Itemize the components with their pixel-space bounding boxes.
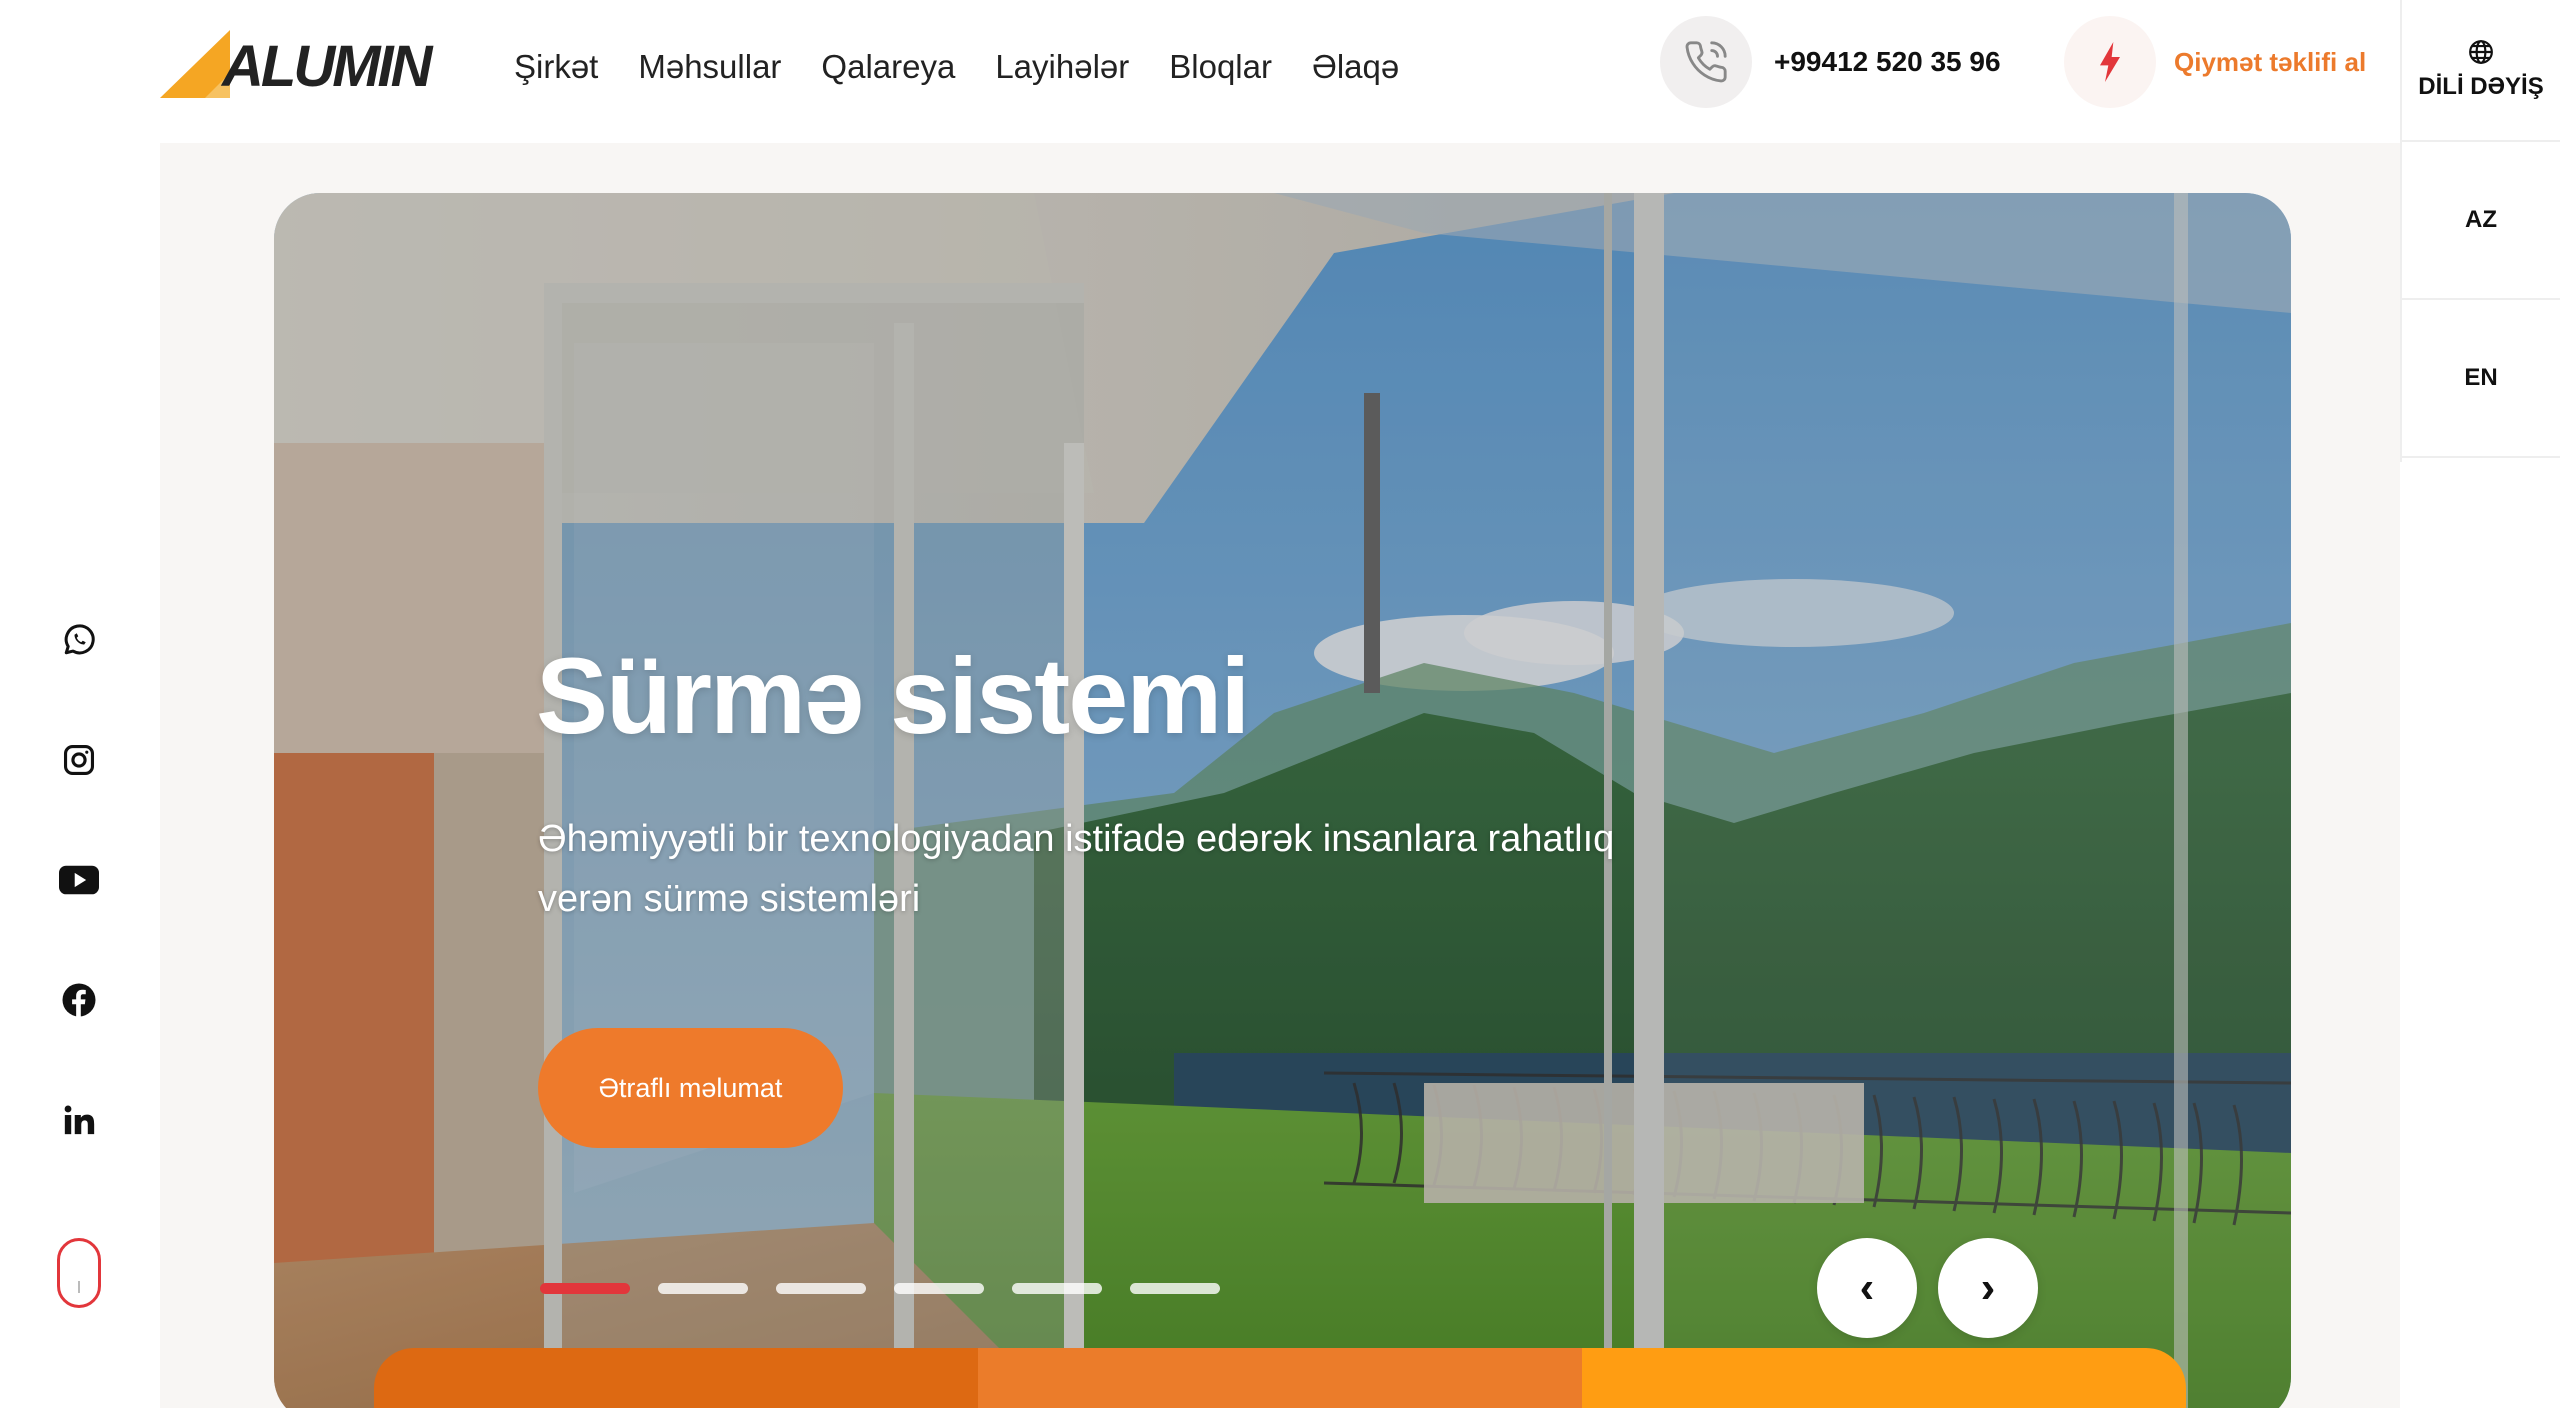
youtube-icon[interactable] — [48, 850, 110, 910]
nav-item-company[interactable]: Şirkət — [514, 48, 598, 86]
nav-item-blogs[interactable]: Bloqlar — [1169, 48, 1272, 86]
feature-tab[interactable] — [1582, 1348, 2186, 1408]
nav-item-projects[interactable]: Layihələr — [995, 48, 1129, 86]
slider-dot[interactable] — [540, 1283, 630, 1294]
get-quote-label[interactable]: Qiymət təklifi al — [2174, 47, 2366, 78]
nav-item-products[interactable]: Məhsullar — [638, 48, 781, 86]
globe-icon — [2469, 40, 2493, 64]
scroll-indicator[interactable] — [57, 1238, 101, 1308]
hero-overlay — [274, 193, 2291, 1408]
hero-title: Sürmə sistemi — [536, 635, 1250, 756]
slider-next-button[interactable]: › — [1938, 1238, 2038, 1338]
lightning-icon — [2064, 16, 2156, 108]
slider-dot[interactable] — [776, 1283, 866, 1294]
language-switch[interactable]: DİLİ DƏYİŞ — [2402, 0, 2560, 142]
language-panel: DİLİ DƏYİŞ AZ EN — [2400, 0, 2560, 462]
phone-contact[interactable]: +99412 520 35 96 — [1660, 16, 2001, 108]
feature-tab[interactable] — [978, 1348, 1582, 1408]
get-quote-link[interactable]: Qiymət təklifi al — [2064, 16, 2366, 108]
language-switch-label: DİLİ DƏYİŞ — [2418, 73, 2544, 100]
more-info-button[interactable]: Ətraflı məlumat — [538, 1028, 843, 1148]
hero-slider: Sürmə sistemi Əhəmiyyətli bir texnologiy… — [274, 193, 2291, 1408]
facebook-icon[interactable] — [48, 970, 110, 1030]
slider-dot[interactable] — [894, 1283, 984, 1294]
main-navigation: Şirkət Məhsullar Qalareya Layihələr Bloq… — [514, 0, 1399, 134]
phone-number[interactable]: +99412 520 35 96 — [1774, 46, 2001, 78]
linkedin-icon[interactable] — [48, 1090, 110, 1150]
site-header: ALUMIN Şirkət Məhsullar Qalareya Layihəl… — [0, 0, 2400, 143]
feature-tabs-bar — [374, 1348, 2186, 1408]
language-option-az[interactable]: AZ — [2402, 142, 2560, 300]
slider-dot[interactable] — [658, 1283, 748, 1294]
phone-icon — [1660, 16, 1752, 108]
nav-item-contact[interactable]: Əlaqə — [1312, 48, 1399, 86]
slider-prev-button[interactable]: ‹ — [1817, 1238, 1917, 1338]
slider-pagination — [540, 1283, 1220, 1294]
language-option-en[interactable]: EN — [2402, 300, 2560, 458]
alumin-logo[interactable]: ALUMIN — [160, 28, 460, 102]
nav-item-gallery[interactable]: Qalareya — [821, 48, 955, 86]
hero-description: Əhəmiyyətli bir texnologiyadan istifadə … — [538, 818, 1615, 920]
feature-tab[interactable] — [374, 1348, 978, 1408]
logo-text: ALUMIN — [222, 34, 433, 99]
slider-dot[interactable] — [1130, 1283, 1220, 1294]
instagram-icon[interactable] — [48, 730, 110, 790]
social-links — [48, 610, 110, 1210]
whatsapp-icon[interactable] — [48, 610, 110, 670]
slider-dot[interactable] — [1012, 1283, 1102, 1294]
